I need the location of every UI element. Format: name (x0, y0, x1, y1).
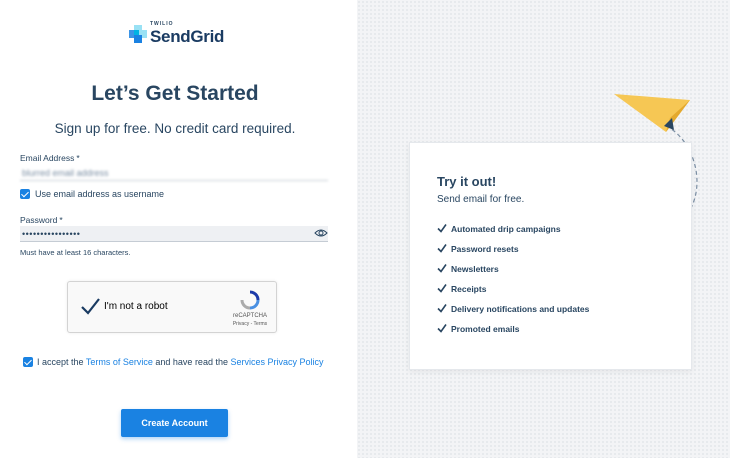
feature-label: Password resets (451, 244, 519, 254)
email-field[interactable] (20, 165, 328, 181)
create-account-button[interactable]: Create Account (121, 409, 228, 437)
page-title: Let’s Get Started (91, 82, 259, 105)
terms-statement: I accept the Terms of Service and have r… (37, 357, 324, 367)
try-it-out-card: Try it out! Send email for free. Automat… (409, 142, 692, 370)
recaptcha-widget: I'm not a robot reCAPTCHA Privacy - Term… (67, 281, 277, 333)
logo-brand-name: SendGrid (150, 27, 225, 46)
feature-label: Promoted emails (451, 324, 520, 334)
page-subtitle: Sign up for free. No credit card require… (54, 121, 296, 136)
email-label: Email Address * (20, 153, 80, 163)
checkmark-icon (437, 244, 447, 253)
recaptcha-brand: reCAPTCHA (232, 313, 267, 319)
required-marker: * (76, 153, 80, 163)
required-marker: * (59, 215, 63, 225)
terms-middle: and have read the (152, 357, 231, 367)
password-field[interactable] (20, 226, 328, 242)
show-password-eye-icon[interactable] (314, 228, 328, 238)
email-label-text: Email Address (20, 153, 75, 163)
recaptcha-label: I'm not a robot (104, 301, 168, 312)
privacy-policy-link[interactable]: Services Privacy Policy (230, 357, 323, 367)
sendgrid-logo: TWILIO SendGrid (129, 21, 229, 47)
feature-label: Receipts (451, 284, 487, 294)
terms-of-service-link[interactable]: Terms of Service (86, 357, 153, 367)
checkmark-icon (437, 224, 447, 233)
use-email-username-label[interactable]: Use email address as username (35, 189, 164, 199)
password-label: Password * (20, 215, 63, 225)
feature-label: Delivery notifications and updates (451, 304, 590, 314)
use-email-username-checkbox[interactable] (20, 189, 30, 199)
feature-label: Automated drip campaigns (451, 224, 561, 234)
sendgrid-logo-icon (129, 25, 147, 43)
checkmark-icon (437, 284, 447, 293)
recaptcha-logo-icon (240, 290, 260, 310)
checkmark-icon (437, 264, 447, 273)
card-subtitle: Send email for free. (437, 194, 525, 205)
card-title: Try it out! (437, 174, 497, 189)
password-label-text: Password (20, 215, 58, 225)
checkmark-icon (437, 304, 447, 313)
recaptcha-checkbox-checkmark-icon[interactable] (80, 296, 100, 316)
terms-prefix: I accept the (37, 357, 86, 367)
password-hint: Must have at least 16 characters. (20, 248, 131, 257)
recaptcha-links[interactable]: Privacy - Terms (220, 321, 280, 327)
feature-label: Newsletters (451, 264, 499, 274)
paper-plane-icon (614, 94, 690, 132)
accept-terms-checkbox[interactable] (23, 357, 33, 367)
signup-panel: TWILIO SendGrid Let’s Get Started Sign u… (0, 0, 357, 458)
checkmark-icon (437, 324, 447, 333)
